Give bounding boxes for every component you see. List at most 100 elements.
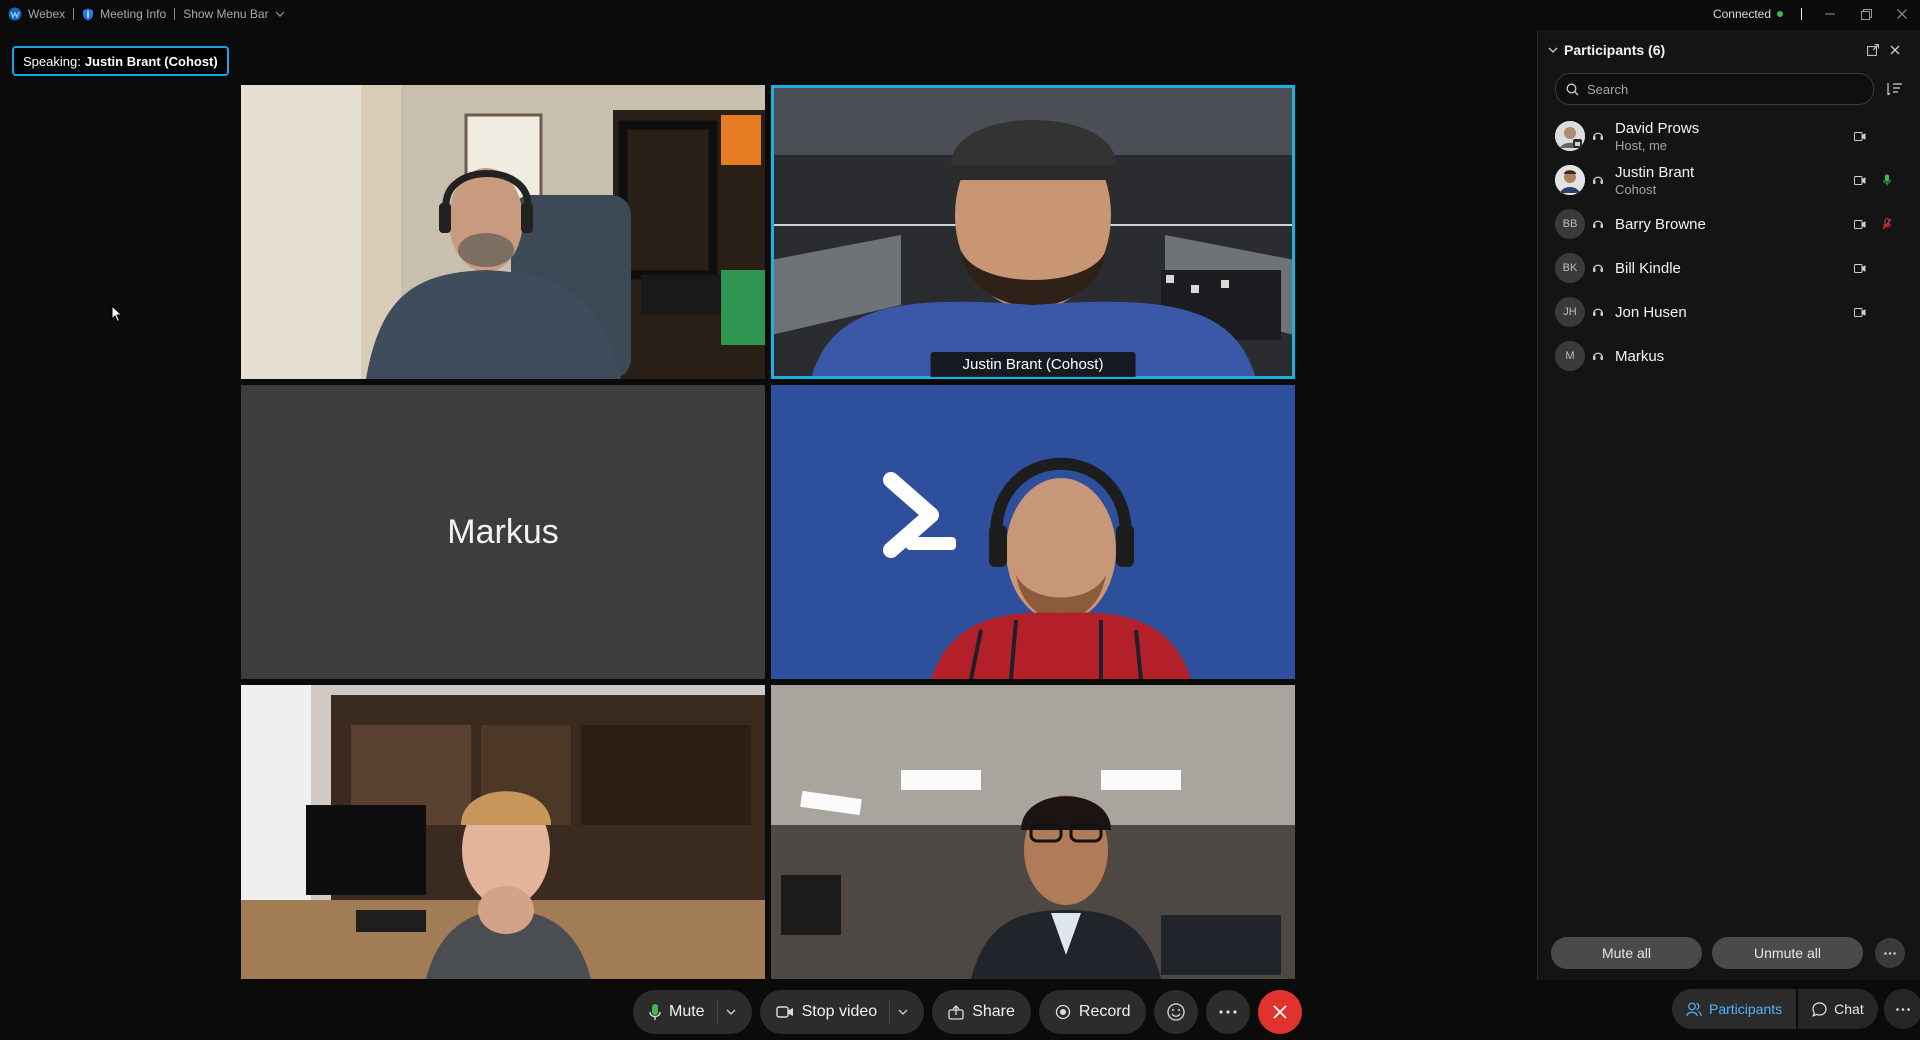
close-window-button[interactable] (1884, 0, 1920, 28)
participant-name: Barry Browne (1615, 215, 1706, 233)
participant-video (771, 85, 1295, 379)
tab-participants-label: Participants (1709, 1001, 1783, 1017)
ellipsis-icon (1219, 1010, 1238, 1014)
record-icon (1055, 1004, 1071, 1020)
mute-all-button[interactable]: Mute all (1551, 937, 1702, 969)
speaking-name: Justin Brant (Cohost) (84, 53, 218, 69)
participant-search-input[interactable]: Search (1555, 73, 1874, 105)
share-button[interactable]: Share (932, 990, 1031, 1034)
video-tile-powershell-background[interactable] (771, 385, 1295, 679)
mic-muted-icon[interactable] (1872, 218, 1902, 230)
connection-status: Connected (1713, 7, 1801, 21)
connection-dot-icon (1777, 11, 1783, 17)
pop-out-button[interactable] (1862, 44, 1884, 56)
tabs-more-button[interactable] (1883, 989, 1920, 1029)
participant-row[interactable]: M Markus (1538, 334, 1920, 378)
mute-button[interactable]: Mute (633, 990, 752, 1034)
microphone-icon (649, 1004, 661, 1020)
participant-role: Host, me (1615, 137, 1668, 153)
search-icon (1566, 83, 1579, 95)
participant-name-placeholder: Markus (447, 512, 559, 551)
chevron-down-icon[interactable] (898, 1009, 908, 1015)
headset-icon (1593, 220, 1603, 228)
record-button[interactable]: Record (1038, 990, 1147, 1034)
meeting-controls: Mute Stop video Share Record (633, 990, 1303, 1034)
panel-title: Participants (6) (1564, 42, 1666, 58)
participants-panel: Participants (6) Search David Prows Host… (1537, 30, 1920, 980)
sort-list-icon (1887, 83, 1902, 96)
video-tile-office-desk[interactable] (241, 685, 765, 979)
tab-participants[interactable]: Participants (1672, 989, 1797, 1029)
record-label: Record (1078, 1003, 1131, 1020)
participant-row[interactable]: JH Jon Husen (1538, 290, 1920, 334)
chat-bubble-icon (1812, 1001, 1827, 1017)
video-status-icon (1848, 175, 1872, 185)
connection-status-label: Connected (1712, 7, 1771, 21)
restore-icon (1860, 8, 1872, 20)
divider (716, 1000, 718, 1024)
panel-tabs: Participants Chat (1672, 989, 1920, 1029)
mute-label: Mute (669, 1003, 705, 1020)
participant-row[interactable]: BK Bill Kindle (1538, 246, 1920, 290)
mic-active-icon[interactable] (1872, 174, 1902, 186)
participant-row[interactable]: Justin Brant Cohost (1538, 158, 1920, 202)
active-speaker-name-label: Justin Brant (Cohost) (930, 352, 1136, 377)
share-label: Share (972, 1003, 1015, 1020)
video-status-icon (1848, 131, 1872, 141)
video-tile-justin-brant[interactable]: Justin Brant (Cohost) (771, 85, 1295, 379)
avatar: M (1555, 341, 1585, 371)
avatar: BB (1555, 209, 1585, 239)
meeting-info-button[interactable]: Meeting Info (74, 7, 174, 21)
video-tile-conference-room[interactable] (771, 685, 1295, 979)
video-grid: Justin Brant (Cohost) Markus (241, 85, 1295, 979)
title-bar: Webex Meeting Info Show Menu Bar Connect… (0, 0, 1920, 28)
video-tile-david-prows[interactable] (241, 85, 765, 379)
chevron-down-icon[interactable] (726, 1009, 736, 1015)
participant-name: Bill Kindle (1615, 259, 1681, 277)
speaking-indicator: Speaking: Justin Brant (Cohost) (12, 46, 229, 76)
webex-menu[interactable]: Webex (0, 7, 73, 21)
meeting-info-label: Meeting Info (100, 7, 167, 21)
minimize-button[interactable] (1812, 0, 1848, 28)
avatar: BK (1555, 253, 1585, 283)
ellipsis-icon (1884, 951, 1896, 955)
minimize-icon (1825, 13, 1835, 15)
close-icon (1273, 1005, 1288, 1019)
restore-button[interactable] (1848, 0, 1884, 28)
reactions-button[interactable] (1154, 990, 1199, 1034)
sort-button[interactable] (1880, 82, 1910, 96)
show-menu-bar-button[interactable]: Show Menu Bar (175, 7, 292, 21)
collapse-chevron-icon[interactable] (1548, 47, 1558, 53)
stop-video-button[interactable]: Stop video (759, 990, 925, 1034)
close-panel-button[interactable] (1884, 45, 1906, 55)
participant-name: David Prows (1615, 119, 1700, 137)
tab-chat-label: Chat (1834, 1001, 1864, 1017)
participant-video (241, 685, 765, 979)
ellipsis-icon (1895, 1007, 1910, 1011)
stop-video-label: Stop video (801, 1003, 878, 1020)
video-tile-markus[interactable]: Markus (241, 385, 765, 679)
more-options-button[interactable] (1206, 990, 1251, 1034)
panel-more-button[interactable] (1875, 938, 1905, 968)
avatar (1555, 165, 1585, 195)
speaking-prefix: Speaking: (23, 53, 81, 69)
unmute-all-button[interactable]: Unmute all (1712, 937, 1863, 969)
participant-row[interactable]: David Prows Host, me (1538, 114, 1920, 158)
tab-chat[interactable]: Chat (1798, 989, 1878, 1029)
participants-icon (1686, 1002, 1702, 1016)
share-icon (948, 1004, 964, 1020)
leave-meeting-button[interactable] (1258, 990, 1303, 1034)
show-menu-bar-label: Show Menu Bar (183, 7, 269, 21)
avatar: JH (1555, 297, 1585, 327)
pop-out-icon (1867, 44, 1879, 56)
mouse-cursor-icon (111, 305, 123, 323)
search-placeholder: Search (1587, 81, 1629, 97)
participant-row[interactable]: BB Barry Browne (1538, 202, 1920, 246)
headset-icon (1593, 352, 1603, 360)
video-status-icon (1848, 263, 1872, 273)
smiley-icon (1167, 1003, 1186, 1021)
video-status-icon (1848, 219, 1872, 229)
video-camera-icon (775, 1006, 793, 1018)
divider (889, 1000, 891, 1024)
participant-name: Justin Brant (1615, 163, 1695, 181)
